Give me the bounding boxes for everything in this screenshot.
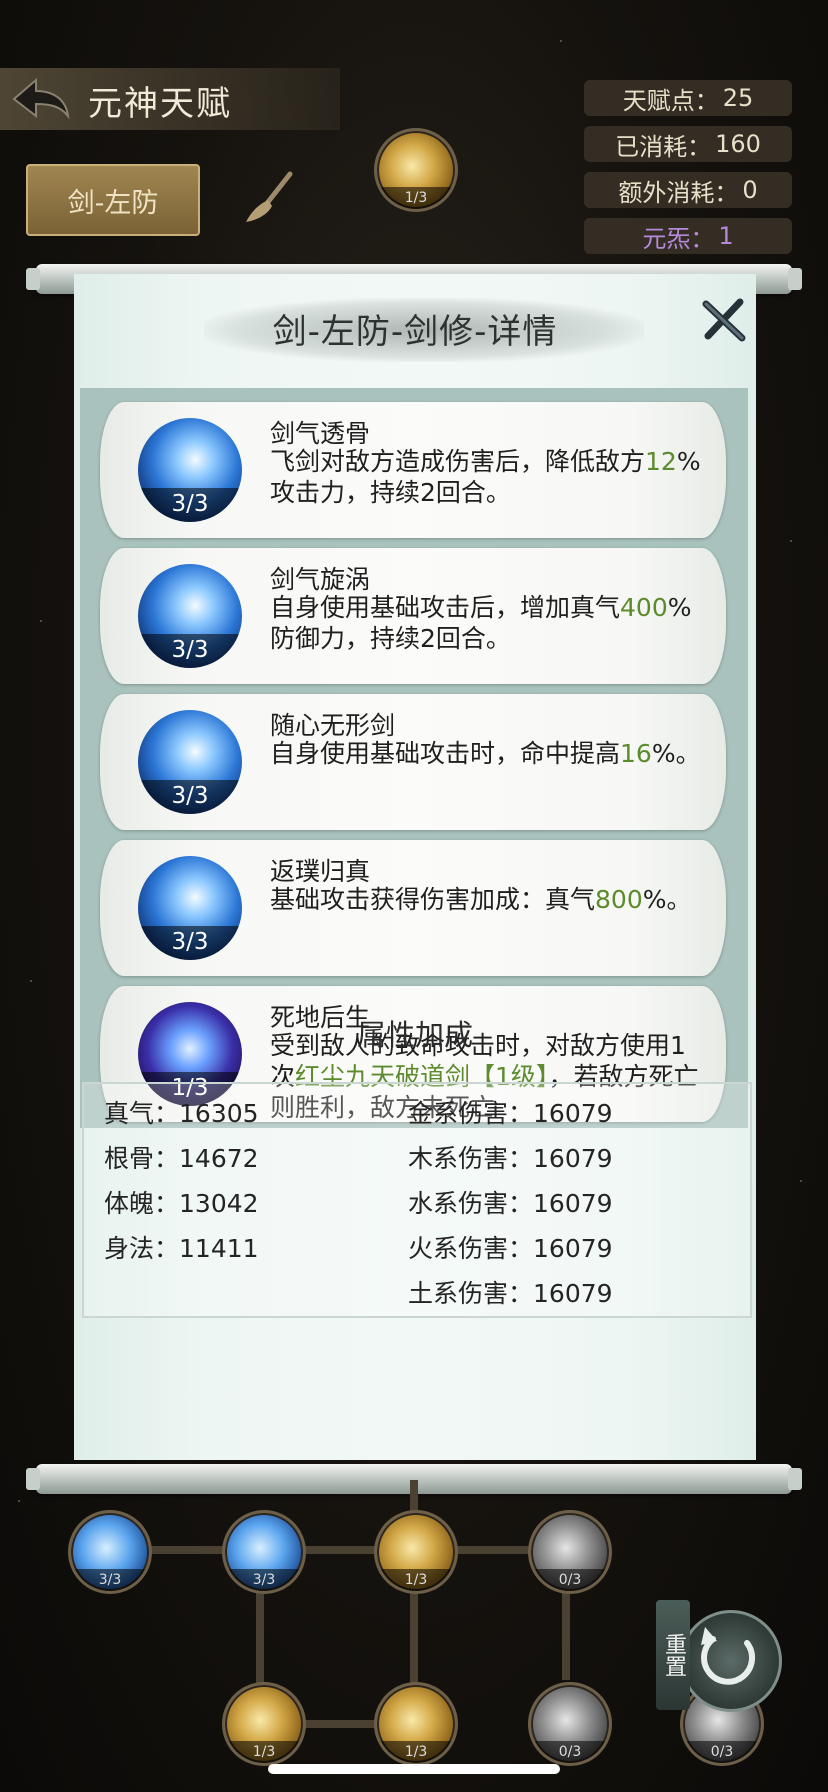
node-level: 1/3 xyxy=(377,1741,455,1763)
skill-level: 3/3 xyxy=(138,926,242,960)
skill-name: 剑气透骨 xyxy=(270,419,371,448)
star xyxy=(560,40,562,42)
star xyxy=(800,1180,802,1182)
star xyxy=(30,980,32,982)
skill-level: 3/3 xyxy=(138,780,242,814)
stat-value: 160 xyxy=(715,130,761,158)
talent-node[interactable]: 3/3 xyxy=(68,1510,152,1594)
node-level: 0/3 xyxy=(683,1741,761,1763)
stat-value: 0 xyxy=(742,176,758,204)
star xyxy=(40,620,42,622)
skill-card[interactable]: 3/3 随心无形剑 自身使用基础攻击时，命中提高16%。 xyxy=(100,694,726,830)
skill-card[interactable]: 3/3 返璞归真 基础攻击获得伤害加成：真气800%。 xyxy=(100,840,726,976)
tree-connector xyxy=(562,1580,570,1680)
panel-title: 剑-左防-剑修-详情 xyxy=(272,312,558,352)
close-icon xyxy=(702,298,746,342)
star xyxy=(790,540,792,542)
back-arrow-icon xyxy=(12,77,70,120)
consumed-stat: 已消耗： 160 xyxy=(584,126,792,162)
node-level: 1/3 xyxy=(377,187,455,209)
talent-node[interactable]: 0/3 xyxy=(528,1510,612,1594)
talent-node[interactable]: 1/3 xyxy=(374,1682,458,1766)
node-level: 1/3 xyxy=(377,1569,455,1591)
attr-item: 土系伤害：16079 xyxy=(408,1279,613,1308)
tab-sword-left-defense[interactable]: 剑-左防 xyxy=(26,164,200,236)
reset-label[interactable]: 重置 xyxy=(656,1600,690,1710)
stat-label: 额外消耗： xyxy=(618,178,739,207)
skill-name: 返璞归真 xyxy=(270,857,371,886)
back-button[interactable] xyxy=(8,72,74,126)
node-level: 0/3 xyxy=(531,1569,609,1591)
node-level: 3/3 xyxy=(71,1569,149,1591)
attr-item: 金系伤害：16079 xyxy=(408,1099,613,1128)
talent-node[interactable]: 1/3 xyxy=(374,1510,458,1594)
yuanqi-stat: 元炁： 1 xyxy=(584,218,792,254)
attr-item: 真气：16305 xyxy=(104,1099,259,1128)
talent-node[interactable]: 3/3 xyxy=(222,1510,306,1594)
attr-box: 真气：16305 根骨：14672 体魄：13042 身法：11411 金系伤害… xyxy=(82,1082,752,1318)
attr-item: 根骨：14672 xyxy=(104,1144,259,1173)
close-button[interactable] xyxy=(700,296,748,344)
extra-consumed-stat: 额外消耗： 0 xyxy=(584,172,792,208)
talent-node[interactable]: 1/3 xyxy=(374,128,458,212)
skill-desc: 基础攻击获得伤害加成：真气800%。 xyxy=(270,885,692,914)
node-level: 1/3 xyxy=(225,1741,303,1763)
attr-item: 身法：11411 xyxy=(104,1234,259,1263)
star xyxy=(18,1500,20,1502)
skill-desc: 飞剑对敌方造成伤害后，降低敌方12%攻击力，持续2回合。 xyxy=(270,447,701,507)
sword-qi-icon: 3/3 xyxy=(138,418,242,522)
detail-panel: 剑-左防-剑修-详情 3/3 剑气透骨 飞剑对敌方造成伤害后，降低敌方12%攻击… xyxy=(74,274,756,1460)
stat-label: 元炁： xyxy=(642,224,715,253)
attr-item: 体魄：13042 xyxy=(104,1189,259,1218)
talent-node[interactable]: 0/3 xyxy=(528,1682,612,1766)
brush-icon[interactable] xyxy=(238,168,298,228)
attr-item: 火系伤害：16079 xyxy=(408,1234,613,1263)
skill-name: 随心无形剑 xyxy=(270,711,396,740)
sword-vortex-icon: 3/3 xyxy=(138,564,242,668)
formless-sword-icon: 3/3 xyxy=(138,710,242,814)
skill-desc: 自身使用基础攻击时，命中提高16%。 xyxy=(270,739,701,768)
page-title: 元神天赋 xyxy=(88,84,232,124)
skill-card[interactable]: 3/3 剑气旋涡 自身使用基础攻击后，增加真气400%防御力，持续2回合。 xyxy=(100,548,726,684)
attr-item: 水系伤害：16079 xyxy=(408,1189,613,1218)
stat-label: 已消耗： xyxy=(615,132,712,161)
skill-level: 3/3 xyxy=(138,488,242,522)
reset-icon xyxy=(701,1627,756,1685)
node-level: 0/3 xyxy=(531,1741,609,1763)
return-to-truth-icon: 3/3 xyxy=(138,856,242,960)
node-level: 3/3 xyxy=(225,1569,303,1591)
attr-section-title: 属性加成 xyxy=(356,1018,473,1052)
stat-value: 25 xyxy=(722,84,754,112)
talent-points-stat: 天赋点： 25 xyxy=(584,80,792,116)
home-indicator[interactable] xyxy=(268,1764,560,1774)
skill-desc: 自身使用基础攻击后，增加真气400%防御力，持续2回合。 xyxy=(270,593,692,653)
talent-node[interactable]: 1/3 xyxy=(222,1682,306,1766)
attr-item: 木系伤害：16079 xyxy=(408,1144,613,1173)
stat-value: 1 xyxy=(718,222,734,250)
reset-button[interactable] xyxy=(680,1610,782,1712)
stat-label: 天赋点： xyxy=(622,86,719,115)
skill-level: 3/3 xyxy=(138,634,242,668)
skill-name: 剑气旋涡 xyxy=(270,565,371,594)
skill-card[interactable]: 3/3 剑气透骨 飞剑对敌方造成伤害后，降低敌方12%攻击力，持续2回合。 xyxy=(100,402,726,538)
